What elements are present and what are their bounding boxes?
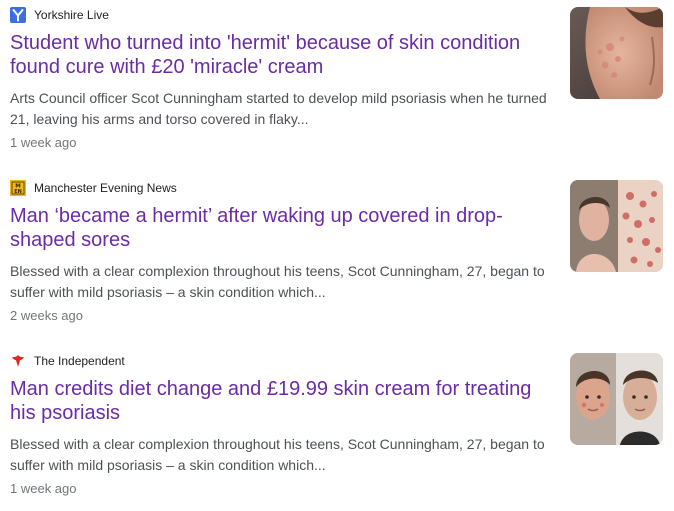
thumbnail-image[interactable] <box>570 7 663 99</box>
source-row: The Independent <box>10 352 125 370</box>
thumbnail-image[interactable] <box>570 180 663 272</box>
svg-text:EN: EN <box>14 189 22 195</box>
headline-link[interactable]: Man credits diet change and £19.99 skin … <box>10 377 550 425</box>
published-time: 1 week ago <box>10 135 77 150</box>
yorkshire-live-logo-icon <box>10 7 26 23</box>
snippet-text: Blessed with a clear complexion througho… <box>10 436 545 473</box>
headline-link[interactable]: Student who turned into 'hermit' because… <box>10 31 550 79</box>
published-time: 1 week ago <box>10 481 77 496</box>
manchester-evening-news-logo-icon: M EN <box>10 180 26 196</box>
snippet-text: Arts Council officer Scot Cunningham sta… <box>10 90 547 127</box>
thumbnail-image[interactable] <box>570 353 663 445</box>
news-results-list: Yorkshire Live Student who turned into '… <box>0 0 674 511</box>
source-name: Manchester Evening News <box>34 181 177 195</box>
published-time: 2 weeks ago <box>10 308 83 323</box>
headline-link[interactable]: Man ‘became a hermit’ after waking up co… <box>10 204 550 252</box>
source-row: Yorkshire Live <box>10 6 109 24</box>
source-name: The Independent <box>34 354 125 368</box>
the-independent-eagle-icon <box>10 353 26 369</box>
source-name: Yorkshire Live <box>34 8 109 22</box>
source-row: M EN Manchester Evening News <box>10 179 177 197</box>
snippet-text: Blessed with a clear complexion througho… <box>10 263 545 300</box>
